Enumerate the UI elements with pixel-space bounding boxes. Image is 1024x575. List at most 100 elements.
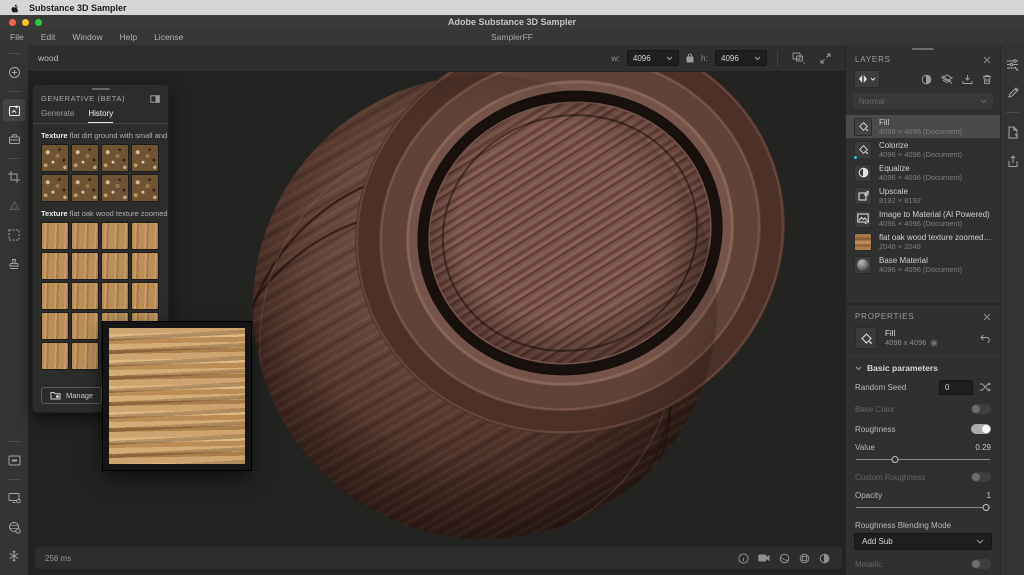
shuffle-icon[interactable] [979, 382, 991, 392]
opacity-slider[interactable] [856, 503, 990, 512]
stamp-tool-button[interactable] [3, 253, 25, 275]
chevron-down-icon [754, 56, 761, 61]
tab-generate[interactable]: Generate [41, 109, 74, 123]
wood-texture-thumbnail[interactable] [101, 252, 129, 280]
viewport-sphere-settings-button[interactable] [3, 516, 25, 538]
layer-row-colorize[interactable]: Colorize4096 × 4096 (Document) [846, 138, 1000, 161]
metallic-toggle[interactable] [971, 559, 991, 569]
measure-tool-button[interactable] [3, 195, 25, 217]
edit-tool-button[interactable] [1003, 83, 1023, 103]
wood-texture-thumbnail[interactable] [41, 312, 69, 340]
expand-viewport-button[interactable] [815, 49, 835, 67]
export-layer-icon[interactable] [962, 74, 973, 85]
environment-icon[interactable] [799, 553, 810, 564]
wood-texture-thumbnail[interactable] [71, 282, 99, 310]
wood-texture-thumbnail[interactable] [71, 312, 99, 340]
share-export-button[interactable] [1003, 151, 1023, 171]
manage-button[interactable]: Manage [41, 387, 102, 404]
layers-panel-title: LAYERS [855, 55, 891, 64]
contrast-adjustment-icon[interactable] [921, 74, 932, 85]
opacity-number[interactable]: 1 [987, 491, 991, 500]
marquee-select-tool-button[interactable] [3, 224, 25, 246]
info-icon[interactable] [738, 553, 749, 564]
wood-texture-thumbnail[interactable] [71, 342, 99, 370]
camera-icon[interactable] [758, 553, 770, 564]
wood-texture-thumbnail[interactable] [101, 282, 129, 310]
wood-texture-thumbnail[interactable] [131, 222, 159, 250]
resize-canvas-button[interactable] [788, 49, 808, 67]
wood-texture-thumbnail[interactable] [41, 252, 69, 280]
dirt-texture-thumbnail[interactable] [71, 174, 99, 202]
dirt-texture-thumbnail[interactable] [131, 144, 159, 172]
shelf-panel-button[interactable] [3, 449, 25, 471]
add-resource-button[interactable] [3, 61, 25, 83]
roughness-toggle[interactable] [971, 424, 991, 434]
macos-app-name[interactable]: Substance 3D Sampler [29, 3, 127, 13]
wood-texture-thumbnail[interactable] [41, 342, 69, 370]
layer-row-equalize[interactable]: Equalize4096 × 4096 (Document) [846, 161, 1000, 184]
add-adjustment-layer-button[interactable] [854, 70, 880, 88]
layer-row-upscale[interactable]: Upscale8192 × 8192 [846, 184, 1000, 207]
layer-row-image-to-material-ai-powered-[interactable]: Image to Material (AI Powered)4096 × 409… [846, 207, 1000, 230]
wood-texture-thumbnail[interactable] [101, 222, 129, 250]
crop-tool-button[interactable] [3, 166, 25, 188]
tab-history[interactable]: History [88, 109, 113, 123]
display-settings-button[interactable] [3, 487, 25, 509]
dirt-texture-thumbnail[interactable] [101, 174, 129, 202]
dirt-texture-thumbnail[interactable] [41, 144, 69, 172]
prompt-text[interactable]: wood [38, 53, 58, 63]
wood-texture-thumbnail[interactable] [71, 252, 99, 280]
close-icon[interactable] [983, 56, 991, 64]
random-seed-input[interactable]: 0 [939, 380, 973, 395]
wood-texture-thumbnail[interactable] [41, 282, 69, 310]
value-label: Value [855, 443, 875, 452]
height-select[interactable]: 4096 [715, 50, 767, 66]
texture-group-label: Texture flat dirt ground with small and … [33, 124, 168, 144]
layer-row-base-material[interactable]: Base Material4096 × 4096 (Document) [846, 253, 1000, 276]
blend-mode-select[interactable]: Normal [853, 93, 993, 109]
divider [7, 91, 21, 92]
layer-row-flat-oak-wood-texture-zoomed-o[interactable]: flat oak wood texture zoomed out_1370662… [846, 230, 1000, 253]
macos-menubar: Substance 3D Sampler [0, 0, 1024, 15]
layer-list: Fill4096 × 4096 (Document)Colorize4096 ×… [846, 115, 1000, 276]
render-mode-icon[interactable] [819, 553, 830, 564]
wood-texture-thumbnail[interactable] [41, 222, 69, 250]
custom-roughness-toggle[interactable] [971, 472, 991, 482]
close-icon[interactable] [983, 313, 991, 321]
basic-parameters-section[interactable]: Basic parameters [846, 356, 1000, 375]
generative-tool-button[interactable] [3, 99, 25, 121]
orbit-camera-icon[interactable] [779, 553, 790, 564]
roughness-label: Roughness [855, 425, 895, 434]
opacity-label: Opacity [855, 491, 882, 500]
document-notes-button[interactable] [1003, 122, 1023, 142]
roughness-blending-mode-select[interactable]: Add Sub [854, 533, 992, 550]
right-panel: LAYERS Normal Fill4096 × 4096 (Document)… [845, 45, 1000, 575]
layers-filters-panel-button[interactable] [1003, 54, 1023, 74]
generative-tabs: Generate History [33, 106, 168, 124]
lock-ratio-icon[interactable] [686, 53, 694, 63]
gear-icon[interactable] [930, 339, 938, 347]
panel-dock-icon[interactable] [150, 95, 160, 103]
wood-texture-thumbnail[interactable] [71, 222, 99, 250]
value-slider[interactable] [856, 455, 990, 464]
dirt-texture-thumbnail[interactable] [71, 144, 99, 172]
base-color-toggle[interactable] [971, 404, 991, 414]
wood-texture-thumbnail[interactable] [131, 282, 159, 310]
dirt-texture-thumbnail[interactable] [101, 144, 129, 172]
app-menubar: FileEditWindowHelpLicense SamplerFF [0, 30, 1024, 45]
delete-layer-icon[interactable] [982, 74, 992, 85]
wood-texture-thumbnail[interactable] [131, 252, 159, 280]
value-number[interactable]: 0.29 [975, 443, 991, 452]
snowflake-icon[interactable] [3, 545, 25, 567]
flatten-layers-icon[interactable] [941, 74, 953, 85]
layer-row-fill[interactable]: Fill4096 × 4096 (Document) [846, 115, 1000, 138]
apple-icon[interactable] [10, 3, 19, 13]
render-time: 256 ms [45, 554, 71, 563]
dirt-texture-thumbnail[interactable] [131, 174, 159, 202]
right-toolbar [1000, 45, 1024, 575]
dirt-texture-thumbnail[interactable] [41, 174, 69, 202]
reset-properties-icon[interactable] [979, 334, 991, 343]
sphere-layer-icon [854, 256, 872, 274]
assets-tool-button[interactable] [3, 128, 25, 150]
width-select[interactable]: 4096 [627, 50, 679, 66]
